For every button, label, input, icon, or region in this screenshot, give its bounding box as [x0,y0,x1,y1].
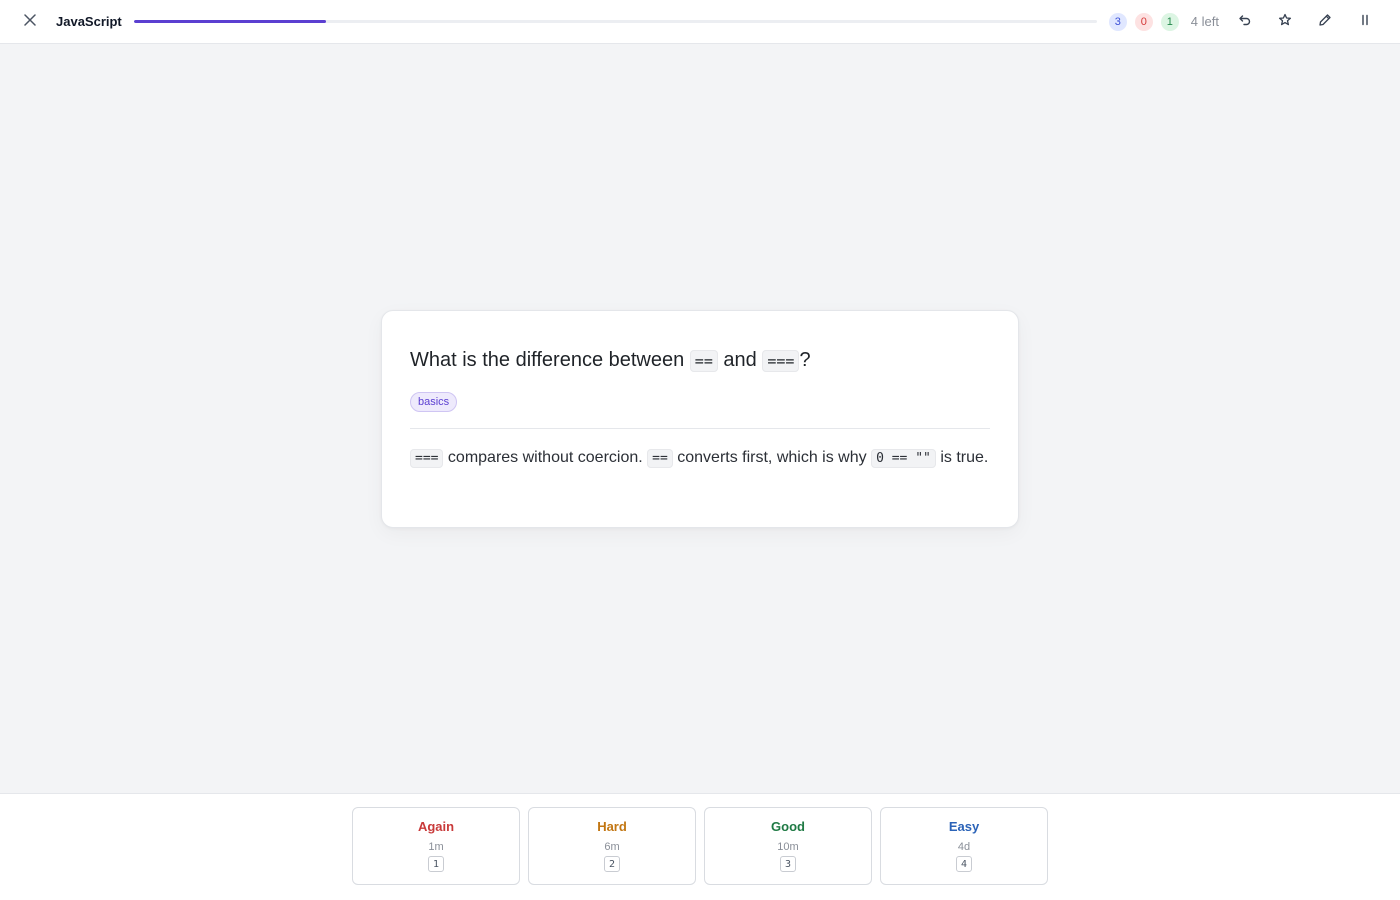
rating-interval: 1m [428,841,444,853]
hard-button[interactable]: Hard 6m 2 [528,807,696,885]
pencil-icon [1318,13,1332,30]
card-divider [410,428,990,429]
shortcut-key: 4 [956,856,972,872]
rating-label: Hard [597,819,627,834]
answer-code: === [410,449,444,468]
rating-label: Easy [948,819,980,834]
new-count-badge: 3 [1108,12,1127,31]
rating-buttons: Again 1m 1 Hard 6m 2 Good 10m 3 Easy 4d … [352,807,1048,885]
lapse-count-badge: 0 [1134,12,1153,31]
card-question: What is the difference between == and ==… [410,347,990,374]
close-button[interactable] [10,0,50,44]
pause-icon [1359,14,1371,29]
answer-text: is true. [935,449,989,466]
undo-button[interactable] [1225,0,1265,44]
question-text: and [717,349,763,371]
card-counts: 3 0 1 4 left [1108,12,1225,31]
review-count-badge: 1 [1160,12,1179,31]
rating-interval: 6m [604,841,620,853]
card-answer: === compares without coercion. == conver… [410,445,990,472]
rating-bar: Again 1m 1 Hard 6m 2 Good 10m 3 Easy 4d … [0,793,1400,900]
rating-interval: 4d [957,841,971,853]
edit-button[interactable] [1305,0,1345,44]
pause-button[interactable] [1345,0,1385,44]
easy-button[interactable]: Easy 4d 4 [880,807,1048,885]
shortcut-key: 3 [780,856,796,872]
rating-label: Good [771,819,805,834]
undo-icon [1238,13,1252,30]
progress-fill [133,20,327,23]
rating-interval: 10m [777,841,799,853]
shortcut-key: 2 [604,856,620,872]
answer-code: 0 == "" [871,449,936,468]
answer-text: compares without coercion. [443,449,648,466]
top-bar: JavaScript 3 0 1 4 left [0,0,1400,44]
question-code: == [689,350,718,372]
again-button[interactable]: Again 1m 1 [352,807,520,885]
star-button[interactable] [1265,0,1305,44]
progress-bar [133,20,1097,23]
rating-label: Again [417,819,455,834]
answer-text: converts first, which is why [672,449,872,466]
close-icon [24,14,36,29]
question-text: ? [799,349,811,371]
deck-title: JavaScript [56,14,122,29]
star-icon [1278,13,1292,30]
cards-left-text: 4 left [1190,14,1219,29]
question-text: What is the difference between [410,349,690,371]
card-tag[interactable]: basics [410,392,458,412]
question-code: === [762,350,800,372]
good-button[interactable]: Good 10m 3 [704,807,872,885]
answer-code: == [647,449,673,468]
shortcut-key: 1 [428,856,444,872]
flashcard: What is the difference between == and ==… [381,310,1019,528]
